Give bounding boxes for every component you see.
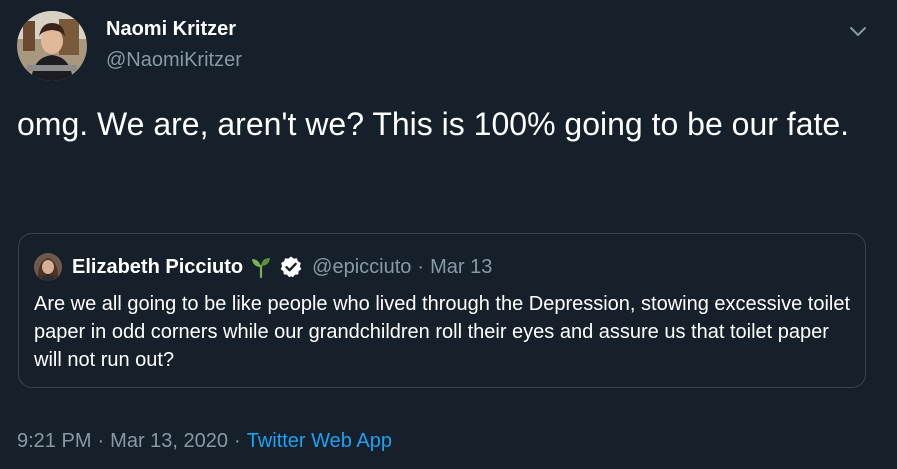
author-avatar[interactable] (17, 11, 87, 81)
quoted-author-name[interactable]: Elizabeth Picciuto (72, 256, 243, 279)
tweet-card: Naomi Kritzer @NaomiKritzer omg. We are,… (0, 0, 897, 469)
quoted-author-handle[interactable]: @epicciuto (312, 256, 411, 279)
verified-badge-icon (279, 255, 303, 279)
author-name[interactable]: Naomi Kritzer (106, 18, 236, 41)
tweet-text: omg. We are, aren't we? This is 100% goi… (17, 106, 850, 142)
quoted-author-avatar-image (34, 253, 62, 281)
meta-separator: · (97, 430, 105, 452)
tweet-time[interactable]: 9:21 PM (17, 430, 91, 452)
chevron-down-icon[interactable] (847, 20, 869, 42)
quoted-tweet[interactable]: Elizabeth Picciuto @epicciuto · Mar 13 A… (18, 233, 866, 388)
quoted-author-avatar[interactable] (34, 253, 62, 281)
tweet-source-link[interactable]: Twitter Web App (247, 430, 392, 452)
meta-separator: · (234, 430, 241, 452)
author-handle[interactable]: @NaomiKritzer (106, 49, 242, 72)
sprout-icon (249, 255, 273, 279)
quoted-tweet-date[interactable]: Mar 13 (430, 256, 492, 279)
quoted-tweet-text: Are we all going to be like people who l… (34, 293, 851, 371)
quoted-tweet-separator: · (417, 255, 425, 278)
author-avatar-image (17, 11, 87, 81)
tweet-date[interactable]: Mar 13, 2020 (110, 430, 228, 452)
quoted-tweet-header: Elizabeth Picciuto @epicciuto · Mar 13 (72, 253, 492, 281)
tweet-metadata: 9:21 PM · Mar 13, 2020 · Twitter Web App (17, 430, 392, 453)
